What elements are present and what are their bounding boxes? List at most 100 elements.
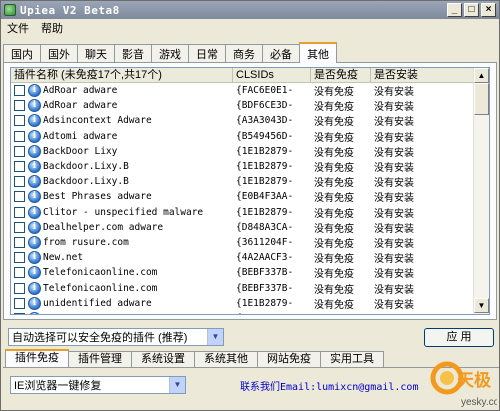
logo-site: yesky.com: [461, 397, 497, 408]
tab-daily[interactable]: 日常: [188, 44, 226, 63]
row-checkbox[interactable]: [14, 176, 25, 188]
row-checkbox[interactable]: [14, 130, 25, 142]
auto-select-dropdown[interactable]: 自动选择可以安全免疫的插件 (推荐) ▼: [8, 328, 224, 346]
clsid-cell: {1E1B2879-: [233, 313, 311, 314]
info-icon: i: [28, 144, 41, 158]
table-row[interactable]: i Telefonicaonline.com {BEBF337B- 没有免疫 没有安装: [11, 265, 489, 280]
vertical-scrollbar[interactable]: ▲ ▼: [473, 68, 489, 314]
tab-games[interactable]: 游戏: [151, 44, 189, 63]
tab-domestic[interactable]: 国内: [3, 44, 41, 63]
table-row[interactable]: i Best Phrases adware {E0B4F3AA- 没有免疫 没有安装: [11, 189, 489, 204]
installed-cell: 没有安装: [374, 299, 414, 311]
maximize-button[interactable]: □: [464, 3, 479, 17]
installed-cell: 没有安装: [374, 269, 414, 281]
yesky-logo: 天极 yesky.com: [430, 361, 497, 408]
immune-cell: 没有免疫: [314, 238, 354, 250]
table-row[interactable]: i unidentified adware {1E1B2879- 没有免疫 没有安装: [11, 296, 489, 311]
installed-cell: 没有安装: [374, 223, 414, 235]
row-checkbox[interactable]: [14, 206, 25, 218]
row-checkbox[interactable]: [14, 221, 25, 233]
clsid-cell: {A3A3043D-: [236, 115, 294, 127]
plugin-name-cell: i New.net: [11, 251, 233, 265]
header-installed[interactable]: 是否安装: [371, 68, 475, 82]
installed-cell: 没有安装: [374, 254, 414, 266]
clsid-cell: {3611204F-: [236, 236, 294, 248]
row-checkbox[interactable]: [14, 85, 25, 97]
immune-cell: 没有免疫: [314, 223, 354, 235]
table-row[interactable]: i AdRoar adware {FAC6E0E1- 没有免疫 没有安装: [11, 83, 489, 98]
table-row[interactable]: i {1E1B2879-没有免疫没有安装: [11, 311, 489, 314]
tab-system-other[interactable]: 系统其他: [194, 351, 258, 367]
installed-cell: 没有安装: [374, 208, 414, 220]
plugin-name-cell: i BackDoor Lixy: [11, 144, 233, 158]
table-row[interactable]: i Backdoor.Lixy.B {1E1B2879- 没有免疫 没有安装: [11, 159, 489, 174]
table-row[interactable]: i Adsincontext Adware {A3A3043D- 没有免疫 没有安装: [11, 113, 489, 128]
tab-utilities[interactable]: 实用工具: [320, 351, 384, 367]
row-checkbox[interactable]: [14, 100, 25, 112]
close-button[interactable]: ×: [481, 3, 496, 17]
info-icon: i: [28, 129, 41, 143]
row-checkbox[interactable]: [14, 312, 25, 314]
header-immune[interactable]: 是否免疫: [311, 68, 371, 82]
row-checkbox[interactable]: [14, 252, 25, 264]
auto-select-value: 自动选择可以安全免疫的插件 (推荐): [12, 332, 188, 344]
title-bar[interactable]: Upiea V2 Beta8 _ □ ×: [1, 1, 499, 19]
plugin-name-cell: i: [11, 311, 233, 314]
plugin-name-cell: i from rusure.com: [11, 235, 233, 249]
table-row[interactable]: i Clitor - unspecified malware {1E1B2879- 没…: [11, 205, 489, 220]
plugin-list[interactable]: 插件名称 (未免疫17个,共17个) CLSIDs 是否免疫 是否安装 i AdR…: [10, 67, 490, 315]
scroll-up-icon[interactable]: ▲: [474, 68, 489, 83]
header-clsid[interactable]: CLSIDs: [233, 68, 311, 82]
plugin-name-cell: i Telefonicaonline.com: [11, 266, 233, 280]
function-tabs: 插件免疫 插件管理 系统设置 系统其他 网站免疫 实用工具: [5, 349, 384, 368]
table-row[interactable]: i Backdoor.Lixy.B {1E1B2879- 没有免疫 没有安装: [11, 174, 489, 189]
ie-repair-dropdown[interactable]: IE浏览器一键修复 ▼: [10, 376, 186, 394]
table-row[interactable]: i Adtomi adware {B549456D- 没有免疫 没有安装: [11, 129, 489, 144]
info-icon: i: [28, 99, 41, 113]
info-icon: i: [28, 175, 41, 189]
installed-cell: 没有安装: [374, 193, 414, 205]
tab-chat[interactable]: 聊天: [77, 44, 115, 63]
tab-other[interactable]: 其他: [299, 42, 337, 63]
row-checkbox[interactable]: [14, 145, 25, 157]
menu-file[interactable]: 文件: [1, 20, 35, 36]
info-icon: i: [28, 311, 41, 314]
header-plugin-name[interactable]: 插件名称 (未免疫17个,共17个): [11, 68, 233, 82]
immune-cell: 没有免疫: [314, 147, 354, 159]
table-row[interactable]: i AdRoar adware {BDF6CE3D- 没有免疫 没有安装: [11, 98, 489, 113]
tab-plugin-immune[interactable]: 插件免疫: [5, 349, 69, 367]
tab-media[interactable]: 影音: [114, 44, 152, 63]
tab-foreign[interactable]: 国外: [40, 44, 78, 63]
tab-business[interactable]: 商务: [225, 44, 263, 63]
scroll-thumb[interactable]: [474, 83, 489, 115]
info-icon: i: [28, 281, 41, 295]
installed-cell: 没有安装: [374, 238, 414, 250]
main-window: Upiea V2 Beta8 _ □ × 文件 帮助 国内 国外 聊天 影音 游…: [0, 0, 500, 411]
row-checkbox[interactable]: [14, 191, 25, 203]
row-checkbox[interactable]: [14, 236, 25, 248]
contact-email-link[interactable]: 联系我们Email:lumixcn@gmail.com: [240, 378, 418, 393]
menu-help[interactable]: 帮助: [35, 20, 69, 36]
tab-site-immune[interactable]: 网站免疫: [257, 351, 321, 367]
table-row[interactable]: i Telefonicaonline.com {BEBF337B- 没有免疫 没有安装: [11, 280, 489, 296]
row-checkbox[interactable]: [14, 297, 25, 309]
installed-cell: 没有安装: [371, 311, 475, 314]
row-checkbox[interactable]: [14, 282, 25, 294]
table-row[interactable]: i Dealhelper.com adware {D848A3CA- 没有免疫 没有安装: [11, 220, 489, 235]
table-row[interactable]: i New.net {4A2AACF3- 没有免疫 没有安装: [11, 250, 489, 265]
table-row[interactable]: i BackDoor Lixy {1E1B2879- 没有免疫 没有安装: [11, 144, 489, 159]
scroll-down-icon[interactable]: ▼: [474, 298, 489, 313]
row-checkbox[interactable]: [14, 267, 25, 279]
table-row[interactable]: i from rusure.com {3611204F- 没有免疫 没有安装: [11, 235, 489, 250]
minimize-button[interactable]: _: [447, 3, 462, 17]
tab-system-settings[interactable]: 系统设置: [131, 351, 195, 367]
plugin-name: from rusure.com: [43, 236, 129, 248]
row-checkbox[interactable]: [14, 115, 25, 127]
tab-plugin-manage[interactable]: 插件管理: [68, 351, 132, 367]
tab-essential[interactable]: 必备: [262, 44, 300, 63]
chevron-down-icon[interactable]: ▼: [207, 329, 223, 345]
apply-button[interactable]: 应 用: [424, 328, 494, 347]
clsid-cell: {E0B4F3AA-: [236, 191, 294, 203]
row-checkbox[interactable]: [14, 161, 25, 173]
chevron-down-icon[interactable]: ▼: [169, 377, 185, 393]
